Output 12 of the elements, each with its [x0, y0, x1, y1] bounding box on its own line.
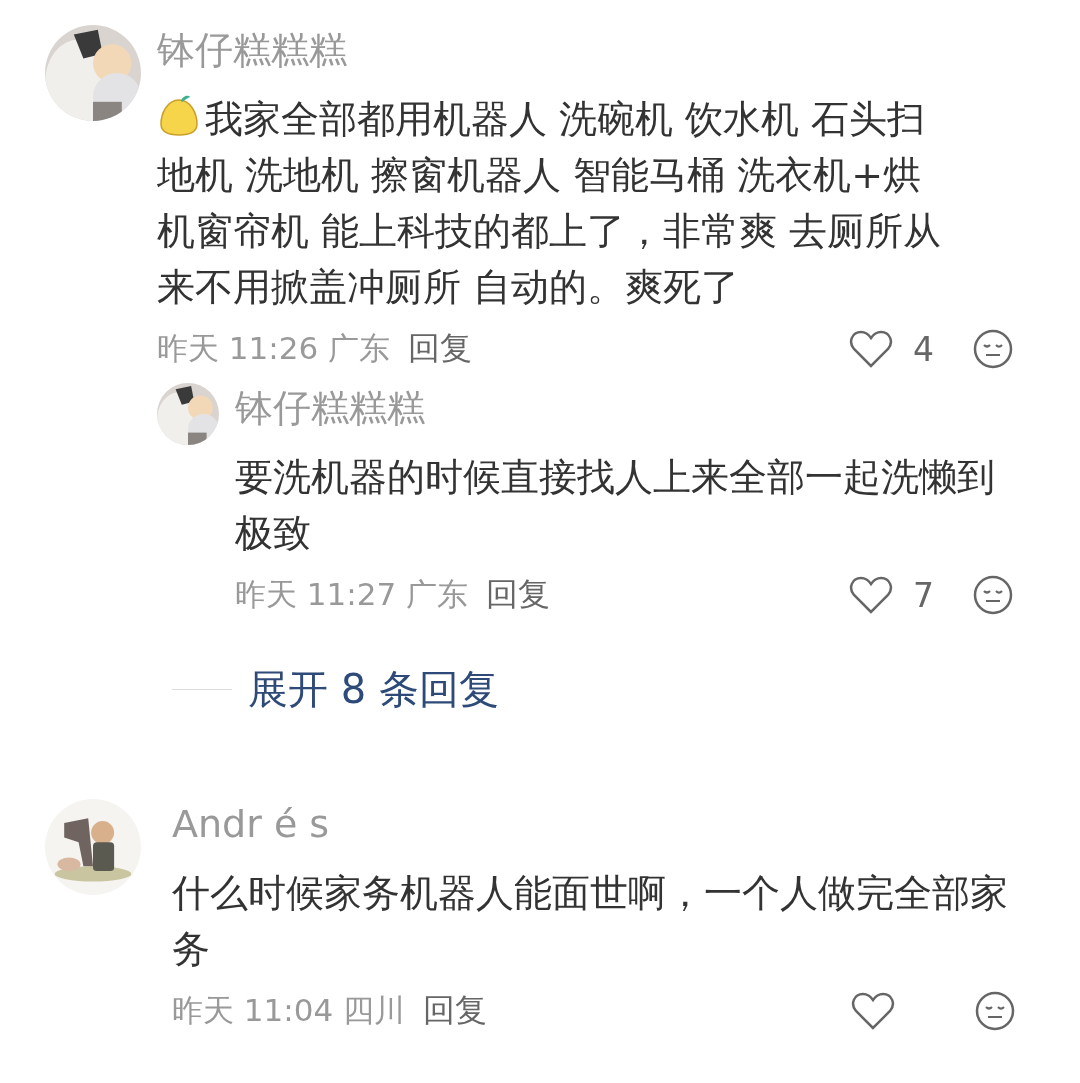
like-count: 7	[913, 575, 935, 615]
comment-text: 什么时候家务机器人能面世啊，一个人做完全部家务	[172, 870, 1009, 973]
reply-button[interactable]: 回复	[408, 327, 473, 371]
reply-button[interactable]: 回复	[486, 573, 551, 617]
comment-time: 昨天 11:27 广东	[235, 575, 469, 614]
comment-text: 要洗机器的时候直接找人上来全部一起洗懒到极致	[235, 454, 996, 557]
expand-replies-button[interactable]: 展开 8 条回复	[248, 661, 499, 717]
comment-text: 我家全部都用机器人 洗碗机 饮水机 石头扫地机 洗地机 擦窗机器人 智能马桶 洗衣机+烘机窗帘机 能上科技的都上了，非常爽 去厕所从来不用掀盖冲厕所 自动的。爽死了	[157, 91, 947, 315]
comment-time: 昨天 11:04 四川	[172, 991, 406, 1030]
reply-button[interactable]: 回复	[423, 989, 488, 1033]
comment-time: 昨天 11:26 广东	[157, 329, 391, 368]
like-count: 4	[913, 329, 935, 369]
